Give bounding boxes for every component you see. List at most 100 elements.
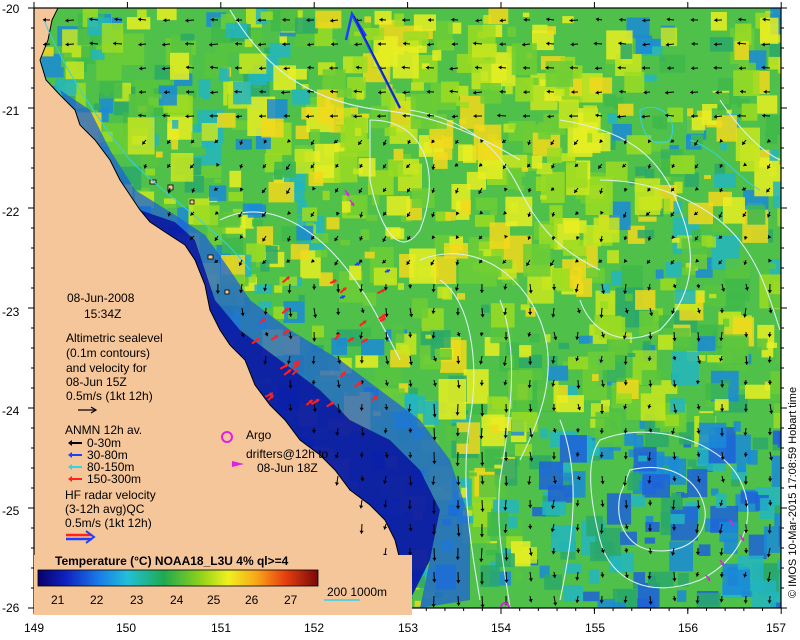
sst-pixel bbox=[463, 369, 489, 404]
time-label: 15:34Z bbox=[84, 307, 121, 321]
sst-pixel bbox=[507, 26, 516, 37]
sst-pixel bbox=[469, 472, 477, 477]
sst-pixel bbox=[411, 82, 424, 91]
sst-pixel bbox=[384, 127, 397, 136]
svg-text:150-300m: 150-300m bbox=[87, 472, 141, 486]
sst-pixel bbox=[658, 334, 673, 350]
sst-pixel bbox=[511, 43, 537, 76]
sst-pixel bbox=[547, 26, 556, 35]
bathy-legend: 200 1000m bbox=[324, 585, 387, 601]
sst-pixel bbox=[319, 272, 333, 287]
sst-pixel bbox=[645, 168, 655, 180]
legend-line: Altimetric sealevel bbox=[66, 331, 163, 345]
sst-pixel bbox=[433, 152, 448, 169]
sst-pixel bbox=[391, 324, 405, 343]
sst-pixel bbox=[274, 161, 296, 178]
sst-pixel bbox=[563, 477, 571, 481]
sst-pixel bbox=[681, 493, 688, 498]
sst-pixel bbox=[433, 20, 453, 50]
sst-pixel bbox=[523, 244, 551, 277]
sst-pixel bbox=[545, 61, 574, 87]
date-label: 08-Jun-2008 bbox=[67, 291, 135, 305]
sst-pixel bbox=[589, 77, 613, 94]
sst-pixel bbox=[733, 421, 741, 432]
sst-pixel bbox=[592, 374, 599, 382]
sst-pixel bbox=[265, 246, 278, 264]
sst-pixel bbox=[374, 10, 392, 25]
colorbar-tick: 22 bbox=[90, 593, 104, 607]
sst-pixel bbox=[422, 400, 440, 425]
sst-pixel bbox=[412, 298, 428, 319]
sst-pixel bbox=[373, 267, 397, 286]
sst-pixel bbox=[547, 147, 563, 164]
sst-pixel bbox=[588, 569, 600, 584]
sst-pixel bbox=[505, 83, 513, 95]
sst-pixel bbox=[603, 94, 617, 107]
sst-pixel bbox=[180, 33, 195, 41]
sst-pixel bbox=[558, 342, 570, 350]
sst-pixel bbox=[344, 139, 370, 157]
colorbar-tick: 27 bbox=[284, 593, 298, 607]
sst-pixel bbox=[472, 43, 497, 58]
sst-pixel bbox=[274, 285, 283, 293]
sst-pixel bbox=[322, 190, 330, 201]
sst-pixel bbox=[642, 341, 651, 350]
sst-pixel bbox=[355, 355, 379, 368]
sst-pixel bbox=[515, 444, 532, 457]
sst-pixel bbox=[777, 559, 781, 571]
lat-tick-label: -23 bbox=[2, 305, 20, 319]
legend-line: HF radar velocity bbox=[65, 488, 156, 502]
colorbar-tick: 26 bbox=[245, 593, 259, 607]
sst-pixel bbox=[298, 294, 305, 301]
sst-pixel bbox=[127, 117, 155, 155]
lat-tick-label: -20 bbox=[2, 2, 20, 16]
sst-pixel bbox=[221, 233, 244, 254]
sst-pixel bbox=[626, 135, 652, 155]
sst-pixel bbox=[539, 461, 564, 490]
sst-pixel bbox=[670, 398, 685, 413]
sst-pixel bbox=[409, 248, 436, 284]
sst-pixel bbox=[677, 590, 687, 602]
sst-pixel bbox=[480, 565, 500, 587]
sst-pixel bbox=[714, 173, 736, 188]
sst-pixel bbox=[254, 284, 273, 294]
sst-pixel bbox=[558, 99, 579, 129]
sst-pixel bbox=[776, 343, 781, 363]
legend-line: 08-Jun 15Z bbox=[66, 375, 127, 389]
sst-pixel bbox=[583, 591, 600, 602]
sst-pixel bbox=[538, 122, 551, 140]
sst-pixel bbox=[358, 158, 376, 177]
sst-pixel bbox=[563, 585, 583, 602]
sst-pixel bbox=[302, 207, 318, 222]
sst-pixel bbox=[438, 379, 466, 420]
sst-pixel bbox=[217, 112, 236, 128]
sst-pixel bbox=[201, 123, 218, 141]
sst-pixel bbox=[479, 474, 507, 497]
sst-pixel bbox=[268, 182, 295, 203]
sst-pixel bbox=[446, 426, 458, 441]
sst-pixel bbox=[645, 522, 660, 532]
sst-pixel bbox=[715, 493, 727, 508]
sst-pixel bbox=[692, 229, 701, 242]
sst-pixel bbox=[488, 8, 509, 25]
colorbar: Temperature (°C) NOAA18_L3U 4% ql>=4 21 … bbox=[34, 554, 412, 615]
sst-pixel bbox=[128, 94, 151, 117]
lat-tick-label: -24 bbox=[2, 404, 20, 418]
sst-pixel bbox=[563, 239, 587, 256]
colorbar-tick: 23 bbox=[130, 593, 144, 607]
sst-pixel bbox=[456, 293, 466, 300]
sst-pixel bbox=[752, 437, 769, 450]
sst-pixel bbox=[705, 383, 729, 400]
sst-pixel bbox=[652, 115, 664, 129]
lon-tick-label: 155 bbox=[585, 621, 605, 635]
sst-pixel bbox=[704, 175, 711, 179]
sst-pixel bbox=[414, 600, 421, 607]
sst-pixel bbox=[495, 553, 515, 567]
sst-pixel bbox=[361, 327, 372, 338]
sst-pixel bbox=[218, 68, 230, 82]
colorbar-tick: 21 bbox=[51, 593, 65, 607]
lat-tick-label: -25 bbox=[2, 504, 20, 518]
sst-pixel bbox=[522, 12, 530, 17]
sst-pixel bbox=[659, 54, 686, 73]
sst-pixel bbox=[540, 195, 547, 200]
